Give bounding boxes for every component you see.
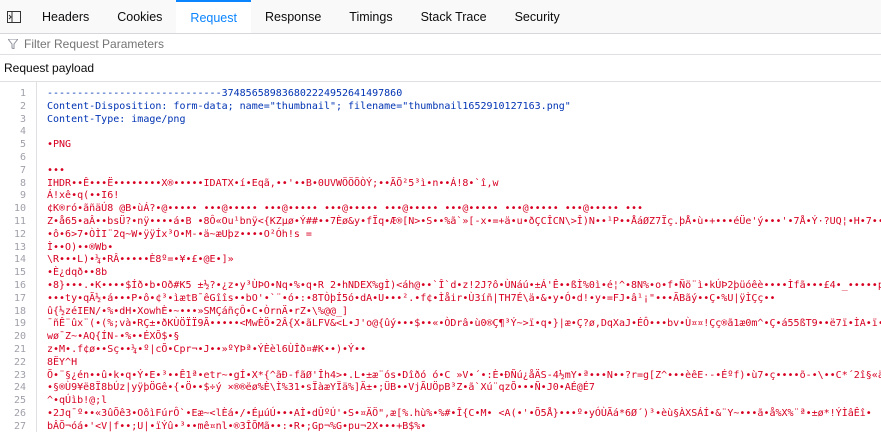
filter-icon [8, 39, 18, 49]
line-number: 3 [19, 113, 26, 125]
code-line: 11 Z•å65•aÂ••bsÜ?•nÿ••••á•B •8Ô«Ou¹bnÿ<{K… [14, 216, 881, 229]
line-number: 25 [13, 395, 26, 407]
code-line: 9 Á!xê•q(••I6! [20, 190, 881, 203]
line-number: 21 [13, 344, 26, 355]
line-text: Z•å65•aÂ••bsÜ?•nÿ••••á•B •8Ô«Ou¹bnÿ<{KZµ… [47, 216, 881, 227]
code-line: 14 \R•••L)•¼•RÂ•••••È8º=•¥•£•@E•]» [14, 254, 881, 267]
code-line: 23 Õ•¨§¿én••û•k•q•Ý•E•³••Ê1ª•etr~•gÍ•X*{^… [14, 369, 881, 383]
code-line: 18 û{½zéIEN/•%•dH•XowhÈ•~•••»SMÇáñçÔ•C•Òr… [14, 305, 881, 319]
code-line: 21 z•M•.f¢ø••Sç••¼•º|cÕ•Cpr¬•J••»ºYÞª•ÝÈè… [14, 344, 881, 357]
code-line: 1 -----------------------------3748565898… [20, 88, 881, 101]
code-line: 27 bÂÕ¬óá•'<V|f••;U|•ïÝû•³••mê¤nl•®3ÎÕMã•… [14, 420, 881, 432]
request-payload-heading: Request payload [0, 55, 881, 82]
code-line: 20 wø¯Z~•AQ{ÍN-•%••ÉXÕ$•§ [14, 331, 881, 344]
code-line: 5 •PNG [20, 139, 881, 152]
line-text: ¢K®ró•ãñäÚ8 @B•ùÁ?•@••••• •••@••••• •••@… [47, 203, 644, 215]
line-number: 7 [19, 164, 26, 176]
tab-response[interactable]: Response [251, 0, 335, 33]
line-number: 11 [13, 216, 26, 227]
code-line: 8 IHDR••Ê•••Ë••••••••X®•••••IDATX•í•Eqã,•… [20, 177, 881, 191]
line-number: 6 [19, 152, 26, 163]
tab-stack-trace[interactable]: Stack Trace [407, 0, 501, 33]
line-text: •8}•••.•K••••$Íð•b•Oð#K5 ±½?•¿z•y³ÙÞO•Nq… [47, 280, 881, 291]
tab-headers[interactable]: Headers [28, 0, 103, 33]
line-number: 24 [13, 382, 26, 394]
line-number: 8 [19, 177, 26, 189]
tab-security[interactable]: Security [501, 0, 574, 33]
line-number: 2 [19, 100, 26, 112]
line-number: 20 [13, 331, 26, 343]
code-line: 19 ¯ñÊ¨ûx¨(•(%;và•RÇ±•ðKÙÖÏÏ9Ã•••••<MwÈÖ•… [14, 318, 881, 331]
line-number: 4 [19, 126, 26, 138]
line-number: 26 [13, 408, 26, 419]
code-line: 16 •8}•••.•K••••$Íð•b•Oð#K5 ±½?•¿z•y³ÙÞO•… [14, 280, 881, 293]
code-line: 24 •§®Ù9¥ë8Ï8bÚz|yÿþÖGê•{•Ö••$÷ý ×®®ëø%È\… [14, 382, 881, 395]
code-line: 10 ¢K®ró•ãñäÚ8 @B•ùÁ?•@••••• •••@••••• ••… [14, 203, 881, 216]
code-line: 7 ••• [20, 164, 881, 178]
line-number: 12 [13, 228, 26, 240]
line-number: 16 [13, 280, 26, 291]
line-text: •§®Ù9¥ë8Ï8bÚz|yÿþÖGê•{•Ö••$÷ý ×®®ëø%È\Ì%… [47, 382, 595, 394]
line-text: •2Jq¯º••«3ûÕê3•OôìFúrÔ`•Eæ~<lÈá•/•ÉµúÚ••… [47, 408, 872, 419]
line-number: 22 [13, 356, 26, 368]
line-text: Á!xê•q(••I6! [47, 190, 120, 202]
line-text: ¯ñÊ¨ûx¨(•(%;và•RÇ±•ðKÙÖÏÏ9Ã•••••<MwÈÖ•2Â… [47, 318, 881, 330]
line-number: 14 [13, 254, 26, 266]
line-text: 8ËY^H [47, 356, 78, 368]
code-line: 13 Ì••O)••®Wb• [14, 241, 881, 255]
code-line: 3 Content-Type: image/png [20, 113, 881, 127]
filter-request-parameters-input[interactable] [22, 36, 326, 52]
line-text: Ì••O)••®Wb• [47, 241, 114, 253]
line-number: 5 [19, 139, 26, 151]
code-line: 22 8ËY^H [14, 356, 881, 370]
request-details-tabbar: Headers Cookies Request Response Timings… [0, 0, 881, 34]
line-number: 17 [13, 292, 26, 304]
line-text: ••• [47, 164, 66, 176]
line-text: -----------------------------37485658983… [47, 88, 403, 99]
line-text: Content-Disposition: form-data; name="th… [47, 100, 571, 112]
code-line: 6 [20, 152, 881, 165]
line-text: •PNG [47, 139, 72, 151]
line-number: 19 [13, 318, 26, 330]
code-line: 4 [20, 126, 881, 139]
filter-bar [0, 34, 881, 55]
line-text: û{½zéIEN/•%•dH•XowhÈ•~•••»SMÇáñçÔ•C•ÒrnÄ… [47, 305, 349, 317]
line-text: \R•••L)•¼•RÂ•••••È8º=•¥•£•@E•]» [47, 254, 234, 266]
line-number: 27 [13, 420, 26, 432]
line-text: Content-Type: image/png [47, 113, 186, 125]
line-text: wø¯Z~•AQ{ÍN-•%••ÉXÕ$•§ [47, 331, 180, 343]
line-number: 23 [13, 369, 26, 381]
line-text: Õ•¨§¿én••û•k•q•Ý•E•³••Ê1ª•etr~•gÍ•X*{^ãÐ… [47, 369, 881, 381]
line-text: •È¿dqð••8b [47, 267, 108, 279]
line-number: 18 [13, 305, 26, 317]
payload-code: 1 -----------------------------3748565898… [0, 82, 881, 432]
code-line: 17 •••ty•qÃ½•á•••P•ô•¢³•ìætB¯êGîîs••bO'•`… [14, 292, 881, 306]
line-text: •••ty•qÃ½•á•••P•ô•¢³•ìætB¯êGîîs••bO'•`¨•… [47, 292, 776, 304]
code-line: 26 •2Jq¯º••«3ûÕê3•OôìFúrÔ`•Eæ~<lÈá•/•ÉµúÚ… [14, 408, 881, 421]
line-text: z•M•.f¢ø••Sç••¼•º|cÕ•Cpr¬•J••»ºYÞª•ÝÈèl6… [47, 344, 367, 355]
line-text: •ô•6>7•ÒÌI¨2q~W•ÿÿÍx³O•M-•ä~æUþz••••O²Óh… [47, 228, 312, 240]
line-text: IHDR••Ê•••Ë••••••••X®•••••IDATX•í•Eqã,••… [47, 177, 499, 189]
code-line: 2 Content-Disposition: form-data; name="t… [20, 100, 881, 114]
line-number: 13 [13, 241, 26, 253]
line-number: 9 [19, 190, 26, 202]
toggle-sidebar-icon[interactable] [0, 0, 28, 33]
line-number: 10 [13, 203, 26, 215]
tab-cookies[interactable]: Cookies [103, 0, 176, 33]
line-number: 15 [13, 267, 26, 279]
line-number: 1 [19, 88, 26, 99]
tab-request[interactable]: Request [176, 0, 251, 33]
line-text: ^•qÚìb!@;l [47, 395, 108, 407]
code-line: 12 •ô•6>7•ÒÌI¨2q~W•ÿÿÍx³O•M-•ä~æUþz••••O²… [14, 228, 881, 242]
code-line: 15 •È¿dqð••8b [14, 267, 881, 280]
tab-timings[interactable]: Timings [335, 0, 406, 33]
code-line: 25 ^•qÚìb!@;l [14, 395, 881, 408]
line-text: bÂÕ¬óá•'<V|f••;U|•ïÝû•³••mê¤nl•®3ÎÕMã••:… [47, 420, 427, 432]
payload-editor[interactable]: 1 -----------------------------3748565898… [0, 82, 881, 432]
